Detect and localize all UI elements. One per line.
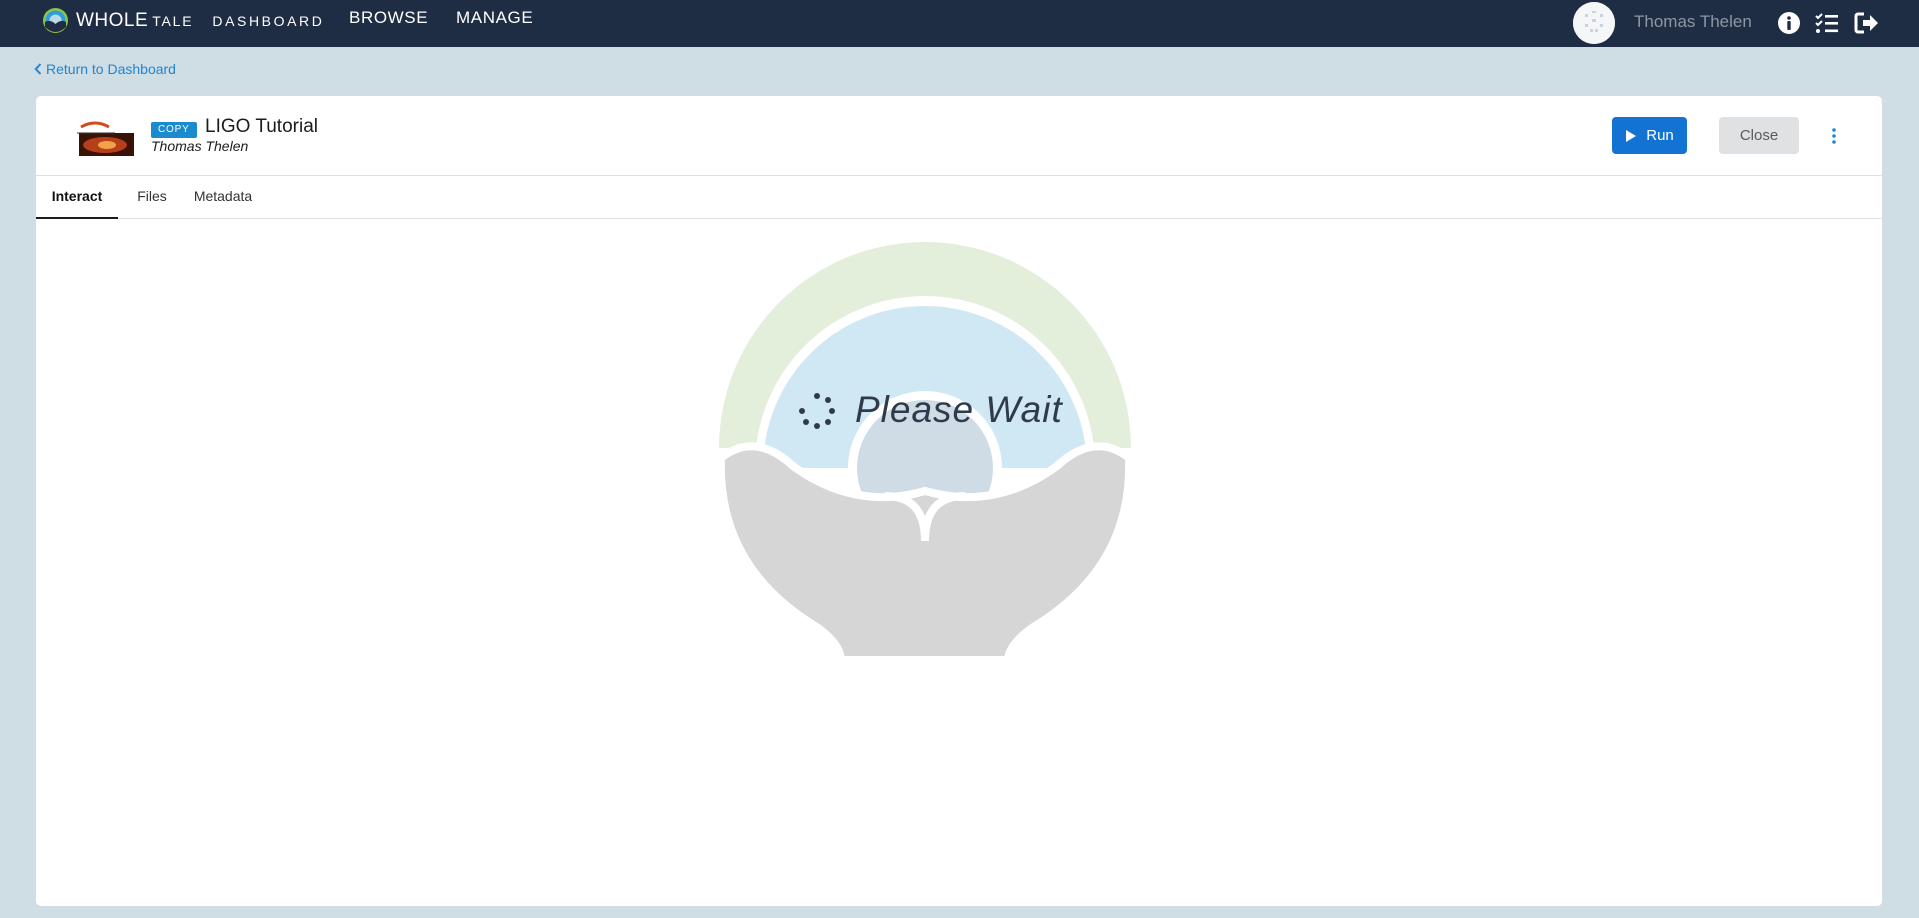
- copy-badge: COPY: [151, 122, 197, 138]
- chevron-left-icon: [34, 63, 42, 75]
- avatar[interactable]: [1573, 2, 1615, 44]
- please-wait-message: Please Wait: [855, 389, 1063, 430]
- wholetale-logo-icon: [43, 8, 68, 33]
- play-icon: [1626, 129, 1637, 142]
- logout-icon[interactable]: [1854, 10, 1880, 36]
- tale-author: Thomas Thelen: [151, 138, 249, 154]
- return-to-dashboard-link[interactable]: Return to Dashboard: [34, 61, 176, 77]
- tab-interact[interactable]: Interact: [36, 176, 118, 219]
- brand-tale: TALE: [152, 12, 194, 29]
- more-options-icon[interactable]: [1829, 126, 1839, 146]
- loading-spinner-icon: [799, 393, 835, 429]
- tasks-icon[interactable]: [1814, 10, 1840, 36]
- close-button-label: Close: [1739, 127, 1779, 144]
- close-button[interactable]: Close: [1719, 117, 1799, 154]
- brand[interactable]: WHOLE TALE DASHBOARD: [42, 7, 324, 34]
- ligo-thumbnail-image: [75, 117, 134, 156]
- tale-header: COPY LIGO Tutorial Thomas Thelen Run Clo…: [36, 96, 1882, 176]
- brand-dashboard[interactable]: DASHBOARD: [212, 13, 324, 29]
- info-icon[interactable]: [1776, 10, 1802, 36]
- nav-manage[interactable]: MANAGE: [456, 8, 533, 28]
- nav-browse[interactable]: BROWSE: [349, 8, 428, 28]
- run-button[interactable]: Run: [1612, 117, 1687, 154]
- run-button-label: Run: [1646, 127, 1674, 144]
- brand-whole: WHOLE: [76, 9, 149, 31]
- username[interactable]: Thomas Thelen: [1634, 12, 1752, 32]
- top-navbar: WHOLE TALE DASHBOARD BROWSE MANAGE Thoma…: [0, 0, 1919, 47]
- tale-thumbnail: [75, 117, 134, 156]
- avatar-identicon-icon: [1573, 2, 1615, 44]
- tab-metadata[interactable]: Metadata: [188, 176, 258, 219]
- return-link-label: Return to Dashboard: [46, 61, 176, 77]
- tab-files[interactable]: Files: [130, 176, 174, 219]
- tale-tabs: Interact Files Metadata: [36, 176, 1882, 219]
- wholetale-loader-logo-icon: [716, 242, 1134, 656]
- tale-title: LIGO Tutorial: [205, 116, 318, 137]
